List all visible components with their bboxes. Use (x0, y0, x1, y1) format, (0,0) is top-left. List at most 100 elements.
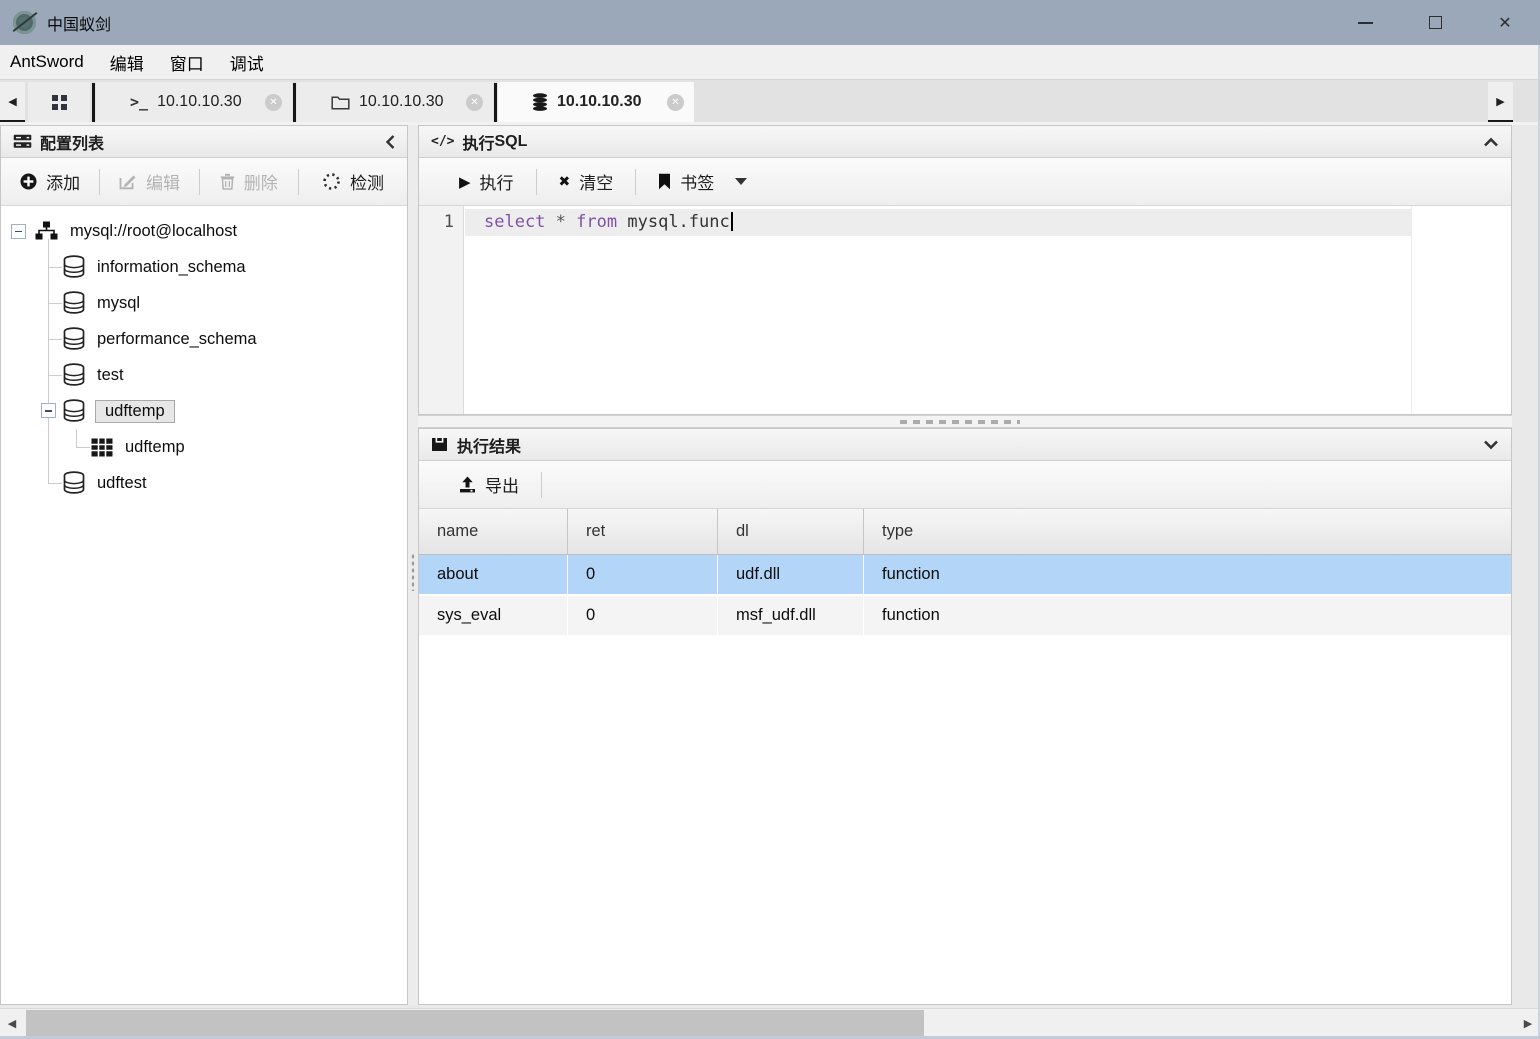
tree-item-database-selected[interactable]: udftemp (1, 393, 407, 429)
tree-item-label: udftemp (95, 400, 175, 423)
table-icon (91, 438, 113, 457)
results-panel-title: 执行结果 (457, 433, 521, 457)
scrollbar-left-arrow[interactable]: ◀ (2, 1009, 22, 1037)
scrollbar-thumb[interactable] (26, 1010, 924, 1036)
minimize-icon (1358, 22, 1373, 24)
bookmark-icon (658, 173, 671, 190)
menu-item-debug[interactable]: 调试 (217, 50, 277, 75)
chevron-left-icon (385, 134, 395, 150)
spinner-icon (322, 172, 341, 191)
tab-home[interactable] (28, 82, 90, 122)
menu-item-window[interactable]: 窗口 (157, 50, 217, 75)
tree-item-connection[interactable]: mysql://root@localhost (1, 213, 407, 249)
antsword-logo-icon (13, 11, 36, 34)
database-icon (63, 399, 85, 423)
tab-terminal[interactable]: >_ 10.10.10.30 ✕ (96, 82, 292, 122)
edit-icon (119, 174, 137, 190)
minimize-button[interactable] (1330, 0, 1400, 45)
cell-name: about (419, 555, 568, 594)
export-button-label: 导出 (485, 472, 519, 497)
sql-code-line: select * from mysql.func (465, 209, 733, 236)
cell-dl: udf.dll (718, 555, 864, 594)
tab-label: 10.10.10.30 (157, 93, 242, 111)
tree-item-label: mysql://root@localhost (70, 222, 237, 241)
results-panel: 执行结果 导出 name ret dl type about 0 udf.dll… (418, 428, 1512, 1005)
tree-item-database[interactable]: information_schema (1, 249, 407, 285)
config-list-icon (13, 134, 32, 149)
table-row[interactable]: sys_eval 0 msf_udf.dll function (419, 596, 1511, 637)
sql-keyword: select (484, 212, 545, 232)
results-panel-header: 执行结果 (419, 429, 1511, 461)
config-list-title: 配置列表 (40, 130, 104, 154)
vertical-splitter[interactable] (408, 125, 418, 1005)
tree-item-database[interactable]: udftest (1, 465, 407, 501)
scrollbar-right-arrow[interactable]: ▶ (1518, 1009, 1538, 1037)
tab-close-icon[interactable]: ✕ (466, 94, 483, 111)
text-cursor (731, 212, 733, 231)
database-icon (63, 291, 85, 315)
execute-button[interactable]: ▶ 执行 (437, 169, 536, 194)
tab-database[interactable]: 10.10.10.30 ✕ (498, 82, 694, 122)
maximize-button[interactable] (1400, 0, 1470, 45)
inbox-icon (431, 437, 448, 452)
results-toolbar: 导出 (419, 461, 1511, 509)
sql-panel-title-bold: SQL (495, 133, 528, 151)
sidebar-collapse-button[interactable] (385, 134, 395, 150)
x-icon: ✖ (559, 173, 571, 190)
menu-item-edit[interactable]: 编辑 (97, 50, 157, 75)
delete-button[interactable]: 删除 (200, 169, 298, 194)
results-table: name ret dl type about 0 udf.dll functio… (419, 509, 1511, 637)
clear-button[interactable]: ✖ 清空 (537, 169, 636, 194)
column-header-ret: ret (568, 509, 718, 554)
tab-close-icon[interactable]: ✕ (265, 94, 282, 111)
tree-item-label: test (97, 366, 124, 385)
connection-tree: mysql://root@localhost information_schem… (1, 206, 407, 501)
scroll-left-icon: ◀ (8, 95, 16, 108)
horizontal-splitter[interactable] (418, 415, 1512, 428)
tree-item-database[interactable]: performance_schema (1, 321, 407, 357)
tree-item-table[interactable]: udftemp (1, 429, 407, 465)
cell-dl: msf_udf.dll (718, 596, 864, 635)
edit-button[interactable]: 编辑 (100, 169, 198, 194)
table-row-selected[interactable]: about 0 udf.dll function (419, 555, 1511, 596)
chevron-up-icon (1483, 137, 1499, 147)
menubar: AntSword 编辑 窗口 调试 (0, 45, 1540, 80)
sql-panel-header: </> 执行SQL (419, 126, 1511, 158)
close-button[interactable]: ✕ (1470, 0, 1540, 45)
database-icon (532, 93, 548, 111)
tree-item-database[interactable]: mysql (1, 285, 407, 321)
check-button-label: 检测 (350, 169, 384, 194)
tab-close-icon[interactable]: ✕ (667, 94, 684, 111)
tree-item-label: udftest (97, 474, 147, 493)
collapse-toggle-icon[interactable] (11, 224, 26, 239)
config-list-header: 配置列表 (1, 126, 407, 158)
tab-scroll-right-button[interactable]: ▶ (1488, 82, 1513, 122)
check-button[interactable]: 检测 (299, 169, 407, 194)
results-collapse-button[interactable] (1483, 440, 1499, 450)
close-icon: ✕ (1498, 13, 1511, 33)
menu-item-antsword[interactable]: AntSword (10, 52, 97, 72)
add-button[interactable]: 添加 (1, 169, 99, 194)
edit-button-label: 编辑 (146, 169, 180, 194)
cell-type: function (864, 596, 1511, 635)
horizontal-scrollbar[interactable]: ◀ ▶ (0, 1008, 1540, 1036)
window-controls: ✕ (1330, 0, 1540, 45)
upload-icon (459, 476, 476, 493)
tree-item-database[interactable]: test (1, 357, 407, 393)
play-icon: ▶ (459, 173, 471, 191)
maximize-icon (1429, 16, 1442, 29)
tab-files[interactable]: 10.10.10.30 ✕ (297, 82, 493, 122)
splitter-grip (900, 420, 1020, 424)
toolbar-separator (541, 472, 542, 498)
trash-icon (220, 173, 235, 190)
tab-label: 10.10.10.30 (359, 93, 444, 111)
bookmark-button[interactable]: 书签 (636, 169, 769, 194)
tab-scroll-left-button[interactable]: ◀ (0, 82, 25, 122)
export-button[interactable]: 导出 (437, 472, 541, 497)
sql-table-ref: mysql.func (627, 212, 729, 232)
config-list-panel: 配置列表 添加 编辑 删除 检测 mysql (0, 125, 408, 1005)
sql-editor[interactable]: 1 select * from mysql.func (419, 206, 1511, 414)
sql-collapse-button[interactable] (1483, 137, 1499, 147)
collapse-toggle-icon[interactable] (41, 403, 56, 418)
plus-circle-icon (20, 173, 37, 190)
